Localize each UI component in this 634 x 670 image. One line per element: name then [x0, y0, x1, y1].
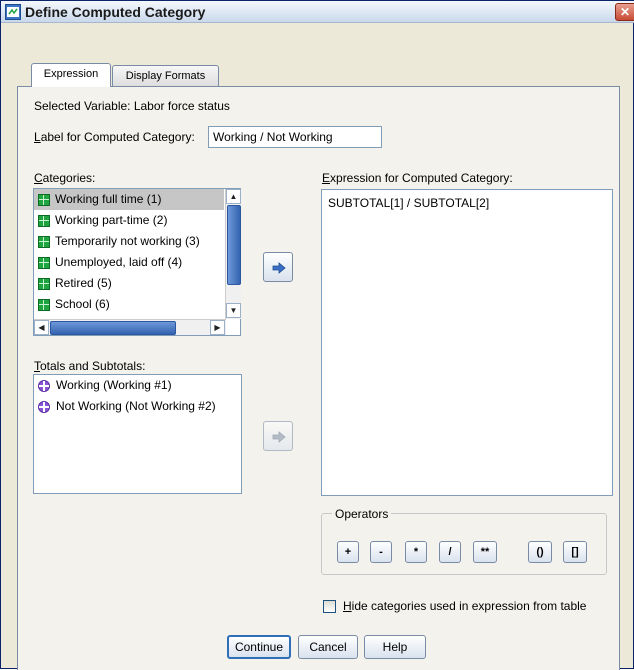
categories-listbox[interactable]: Working full time (1) Working part-time … — [33, 188, 241, 336]
operator-multiply-button[interactable]: * — [405, 541, 427, 563]
computed-label-caption: Label for Computed Category: — [34, 130, 195, 144]
title-bar[interactable]: Define Computed Category ✕ — [1, 1, 634, 23]
mnemonic-l: L — [34, 130, 41, 144]
expression-textarea[interactable]: SUBTOTAL[1] / SUBTOTAL[2] — [321, 189, 613, 496]
operator-divide-button[interactable]: / — [439, 541, 461, 563]
tab-display-formats[interactable]: Display Formats — [112, 65, 219, 87]
category-grid-icon — [38, 298, 50, 311]
totals-caption: Totals and Subtotals: — [34, 359, 145, 373]
hide-categories-checkbox[interactable] — [323, 600, 336, 613]
continue-button[interactable]: Continue — [227, 635, 291, 659]
operator-brackets-button[interactable]: [] — [563, 541, 587, 563]
computed-label-input[interactable]: Working / Not Working — [208, 126, 382, 148]
mnemonic-h: H — [343, 599, 352, 613]
spss-dialog-icon — [5, 4, 21, 20]
selected-variable-text: Selected Variable: Labor force status — [34, 99, 230, 113]
categories-list: Working full time (1) Working part-time … — [34, 189, 224, 317]
category-label: Working full time (1) — [55, 192, 162, 206]
list-item[interactable]: Temporarily not working (3) — [34, 231, 224, 252]
move-right-arrow-icon — [272, 262, 286, 274]
total-label: Not Working (Not Working #2) — [56, 399, 216, 413]
help-button[interactable]: Help — [364, 635, 426, 659]
operator-plus-button[interactable]: + — [337, 541, 359, 563]
list-item[interactable]: Unemployed, laid off (4) — [34, 252, 224, 273]
subtotal-icon — [38, 400, 50, 413]
category-label: Working part-time (2) — [55, 213, 168, 227]
category-label: Unemployed, laid off (4) — [55, 255, 183, 269]
list-item[interactable]: School (6) — [34, 294, 224, 315]
list-item[interactable]: Working part-time (2) — [34, 210, 224, 231]
tab-expression[interactable]: Expression — [31, 63, 111, 87]
hide-categories-label[interactable]: Hide categories used in expression from … — [343, 599, 586, 613]
total-label: Working (Working #1) — [56, 378, 172, 392]
list-item[interactable]: Not Working (Not Working #2) — [34, 396, 241, 417]
window-title: Define Computed Category — [25, 4, 206, 20]
totals-caption-text: otals and Subtotals: — [40, 359, 146, 373]
horizontal-scrollbar[interactable]: ◀ ▶ — [34, 319, 226, 335]
close-button[interactable]: ✕ — [615, 3, 634, 21]
scroll-left-icon[interactable]: ◀ — [34, 320, 49, 335]
list-item[interactable]: Working (Working #1) — [34, 375, 241, 396]
category-label: Temporarily not working (3) — [55, 234, 200, 248]
operator-minus-button[interactable]: - — [370, 541, 392, 563]
category-grid-icon — [38, 193, 50, 206]
vertical-scroll-thumb[interactable] — [227, 205, 241, 285]
scroll-down-icon[interactable]: ▼ — [226, 303, 241, 318]
category-grid-icon — [38, 214, 50, 227]
move-total-button[interactable] — [263, 421, 293, 451]
category-grid-icon — [38, 277, 50, 290]
vertical-scrollbar[interactable]: ▲ ▼ — [225, 189, 241, 319]
cancel-button[interactable]: Cancel — [298, 635, 358, 659]
operator-parentheses-button[interactable]: () — [528, 541, 552, 563]
totals-listbox[interactable]: Working (Working #1) Not Working (Not Wo… — [33, 374, 242, 494]
scroll-up-icon[interactable]: ▲ — [226, 189, 241, 204]
hide-categories-label-text: ide categories used in expression from t… — [351, 599, 587, 613]
list-item[interactable]: Working full time (1) — [34, 189, 224, 210]
mnemonic-c: C — [34, 171, 43, 185]
dialog-window: Define Computed Category ✕ Expression Di… — [0, 0, 634, 670]
operator-power-button[interactable]: ** — [473, 541, 497, 563]
scroll-right-icon[interactable]: ▶ — [210, 320, 225, 335]
category-grid-icon — [38, 235, 50, 248]
move-right-arrow-icon — [272, 431, 286, 443]
mnemonic-e: E — [322, 171, 331, 185]
horizontal-scroll-thumb[interactable] — [50, 321, 176, 335]
computed-label-caption-text: abel for Computed Category: — [40, 130, 195, 144]
category-label: Retired (5) — [55, 276, 112, 290]
list-item[interactable]: Retired (5) — [34, 273, 224, 294]
category-grid-icon — [38, 256, 50, 269]
subtotal-icon — [38, 379, 50, 392]
expression-caption-text: xpression for Computed Category: — [330, 171, 513, 185]
categories-caption-text: ategories: — [42, 171, 96, 185]
category-label: School (6) — [55, 297, 110, 311]
move-category-button[interactable] — [263, 252, 293, 282]
expression-caption: Expression for Computed Category: — [322, 171, 513, 185]
categories-caption: Categories: — [34, 171, 95, 185]
operators-legend: Operators — [332, 507, 392, 521]
